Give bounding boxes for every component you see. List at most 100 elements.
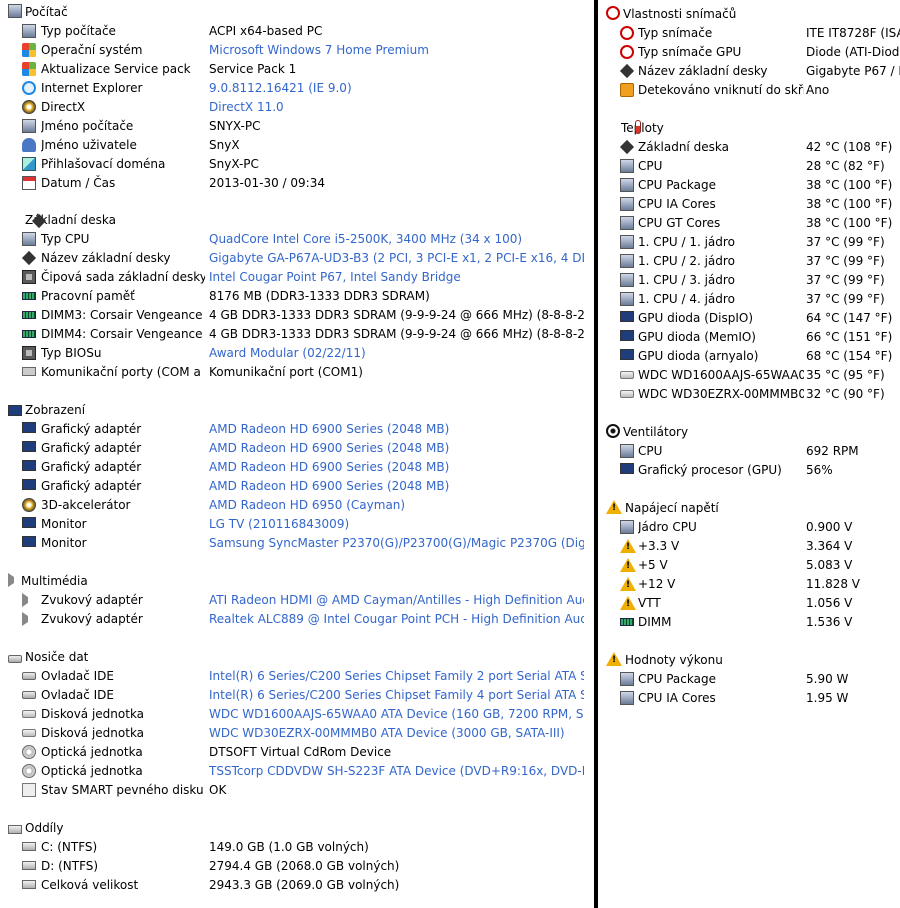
list-item[interactable]: Grafický adaptér AMD Radeon HD 6900 Serie… bbox=[0, 420, 594, 439]
list-item[interactable]: CPU 692 RPM bbox=[598, 442, 900, 461]
list-item[interactable]: Pracovní paměť 8176 MB (DDR3-1333 DDR3 SD… bbox=[0, 287, 594, 306]
field-value-link[interactable]: WDC WD30EZRX-00MMMB0 ATA Device (3000 GB… bbox=[209, 724, 584, 743]
list-item[interactable]: Grafický adaptér AMD Radeon HD 6900 Serie… bbox=[0, 439, 594, 458]
section-header-ventilatory[interactable]: Ventilátory bbox=[606, 423, 688, 442]
list-item[interactable]: 3D-akcelerátor AMD Radeon HD 6950 (Cayman… bbox=[0, 496, 594, 515]
list-item[interactable]: D: (NTFS) 2794.4 GB (2068.0 GB volných) bbox=[0, 857, 594, 876]
list-item[interactable]: CPU IA Cores 1.95 W bbox=[598, 689, 900, 708]
list-item[interactable]: Typ počítače ACPI x64-based PC bbox=[0, 22, 594, 41]
list-item[interactable]: Čipová sada základní desky Intel Cougar P… bbox=[0, 268, 594, 287]
list-item[interactable]: +5 V 5.083 V bbox=[598, 556, 900, 575]
field-value-link[interactable]: Samsung SyncMaster P2370(G)/P23700(G)/Ma… bbox=[209, 534, 584, 553]
field-value: 8176 MB (DDR3-1333 DDR3 SDRAM) bbox=[209, 289, 430, 303]
section-header-napajeci-napeti[interactable]: Napájecí napětí bbox=[606, 499, 719, 518]
list-item[interactable]: DIMM 1.536 V bbox=[598, 613, 900, 632]
field-value-link[interactable]: AMD Radeon HD 6900 Series (2048 MB) bbox=[209, 439, 584, 458]
list-item[interactable]: Grafický adaptér AMD Radeon HD 6900 Serie… bbox=[0, 477, 594, 496]
list-item[interactable]: Optická jednotka DTSOFT Virtual CdRom Dev… bbox=[0, 743, 594, 762]
list-item[interactable]: 1. CPU / 4. jádro 37 °C (99 °F) bbox=[598, 290, 900, 309]
list-item[interactable]: Komunikační porty (COM a ... Komunikační … bbox=[0, 363, 594, 382]
field-value-link[interactable]: Microsoft Windows 7 Home Premium bbox=[209, 41, 584, 60]
list-item[interactable]: Ovladač IDE Intel(R) 6 Series/C200 Series… bbox=[0, 686, 594, 705]
field-value-link[interactable]: TSSTcorp CDDVDW SH-S223F ATA Device (DVD… bbox=[209, 762, 584, 781]
list-item[interactable]: Grafický adaptér AMD Radeon HD 6900 Serie… bbox=[0, 458, 594, 477]
section-header-multimedia[interactable]: Multimédia bbox=[8, 572, 88, 591]
list-item[interactable]: Název základní desky Gigabyte P67 / P bbox=[598, 62, 900, 81]
field-value-link[interactable]: ATI Radeon HDMI @ AMD Cayman/Antilles - … bbox=[209, 591, 584, 610]
field-value-link[interactable]: Intel(R) 6 Series/C200 Series Chipset Fa… bbox=[209, 667, 584, 686]
list-item[interactable]: Typ CPU QuadCore Intel Core i5-2500K, 340… bbox=[0, 230, 594, 249]
field-value-link[interactable]: QuadCore Intel Core i5-2500K, 3400 MHz (… bbox=[209, 230, 584, 249]
list-item[interactable]: 1. CPU / 2. jádro 37 °C (99 °F) bbox=[598, 252, 900, 271]
list-item[interactable]: C: (NTFS) 149.0 GB (1.0 GB volných) bbox=[0, 838, 594, 857]
list-item[interactable]: Jádro CPU 0.900 V bbox=[598, 518, 900, 537]
list-item[interactable]: DirectX DirectX 11.0 bbox=[0, 98, 594, 117]
field-value-link[interactable]: WDC WD1600AAJS-65WAA0 ATA Device (160 GB… bbox=[209, 705, 584, 724]
list-item[interactable]: CPU GT Cores 38 °C (100 °F) bbox=[598, 214, 900, 233]
field-value-link[interactable]: AMD Radeon HD 6900 Series (2048 MB) bbox=[209, 458, 584, 477]
field-value-link[interactable]: 9.0.8112.16421 (IE 9.0) bbox=[209, 79, 584, 98]
list-item[interactable]: VTT 1.056 V bbox=[598, 594, 900, 613]
list-item[interactable]: Typ snímače ITE IT8728F (ISA bbox=[598, 24, 900, 43]
list-item[interactable]: Stav SMART pevného disku OK bbox=[0, 781, 594, 800]
list-item[interactable]: 1. CPU / 1. jádro 37 °C (99 °F) bbox=[598, 233, 900, 252]
field-value-link[interactable]: LG TV (210116843009) bbox=[209, 515, 584, 534]
section-header-zobrazeni[interactable]: Zobrazení bbox=[8, 401, 85, 420]
list-item[interactable]: Internet Explorer 9.0.8112.16421 (IE 9.0) bbox=[0, 79, 594, 98]
list-item[interactable]: Typ snímače GPU Diode (ATI-Diod bbox=[598, 43, 900, 62]
list-item[interactable]: DIMM4: Corsair Vengeance ... 4 GB DDR3-13… bbox=[0, 325, 594, 344]
list-item[interactable]: Disková jednotka WDC WD1600AAJS-65WAA0 AT… bbox=[0, 705, 594, 724]
field-value-link[interactable]: Realtek ALC889 @ Intel Cougar Point PCH … bbox=[209, 610, 584, 629]
list-item[interactable]: GPU dioda (DispIO) 64 °C (147 °F) bbox=[598, 309, 900, 328]
list-item[interactable]: Jméno počítače SNYX-PC bbox=[0, 117, 594, 136]
warning-icon bbox=[620, 577, 636, 591]
field-value-link[interactable]: Award Modular (02/22/11) bbox=[209, 344, 584, 363]
section-header-vlastnosti-snimacu[interactable]: Vlastnosti snímačů bbox=[606, 5, 736, 24]
section-header-teploty[interactable]: Teploty bbox=[606, 119, 664, 138]
list-item[interactable]: Přihlašovací doména SnyX-PC bbox=[0, 155, 594, 174]
section-header-nosice-dat[interactable]: Nosiče dat bbox=[8, 648, 88, 667]
list-item[interactable]: Jméno uživatele SnyX bbox=[0, 136, 594, 155]
list-item[interactable]: Disková jednotka WDC WD30EZRX-00MMMB0 ATA… bbox=[0, 724, 594, 743]
section-header-zakladni-deska[interactable]: Základní deska bbox=[8, 211, 116, 230]
list-item[interactable]: DIMM3: Corsair Vengeance ... 4 GB DDR3-13… bbox=[0, 306, 594, 325]
list-item[interactable]: CPU IA Cores 38 °C (100 °F) bbox=[598, 195, 900, 214]
list-item[interactable]: CPU Package 38 °C (100 °F) bbox=[598, 176, 900, 195]
section-header-oddily[interactable]: Oddíly bbox=[8, 819, 63, 838]
list-item[interactable]: Optická jednotka TSSTcorp CDDVDW SH-S223F… bbox=[0, 762, 594, 781]
bios-icon bbox=[22, 346, 36, 360]
list-item[interactable]: +3.3 V 3.364 V bbox=[598, 537, 900, 556]
list-item[interactable]: Zvukový adaptér Realtek ALC889 @ Intel Co… bbox=[0, 610, 594, 629]
field-value-link[interactable]: Intel(R) 6 Series/C200 Series Chipset Fa… bbox=[209, 686, 584, 705]
list-item[interactable]: CPU Package 5.90 W bbox=[598, 670, 900, 689]
list-item[interactable]: Ovladač IDE Intel(R) 6 Series/C200 Series… bbox=[0, 667, 594, 686]
field-value-link[interactable]: Gigabyte GA-P67A-UD3-B3 (2 PCI, 3 PCI-E … bbox=[209, 249, 584, 268]
field-label: Grafický adaptér bbox=[41, 441, 142, 455]
list-item[interactable]: Typ BIOSu Award Modular (02/22/11) bbox=[0, 344, 594, 363]
list-item[interactable]: +12 V 11.828 V bbox=[598, 575, 900, 594]
list-item[interactable]: CPU 28 °C (82 °F) bbox=[598, 157, 900, 176]
section-header-hodnoty-vykonu[interactable]: Hodnoty výkonu bbox=[606, 651, 723, 670]
list-item[interactable]: Monitor LG TV (210116843009) bbox=[0, 515, 594, 534]
field-value-link[interactable]: DirectX 11.0 bbox=[209, 98, 584, 117]
field-value-link[interactable]: AMD Radeon HD 6900 Series (2048 MB) bbox=[209, 477, 584, 496]
list-item[interactable]: Detekováno vniknutí do skříně Ano bbox=[598, 81, 900, 100]
list-item[interactable]: Základní deska 42 °C (108 °F) bbox=[598, 138, 900, 157]
list-item[interactable]: Aktualizace Service pack Service Pack 1 bbox=[0, 60, 594, 79]
list-item[interactable]: GPU dioda (arnyalo) 68 °C (154 °F) bbox=[598, 347, 900, 366]
list-item[interactable]: Datum / Čas 2013-01-30 / 09:34 bbox=[0, 174, 594, 193]
list-item[interactable]: 1. CPU / 3. jádro 37 °C (99 °F) bbox=[598, 271, 900, 290]
list-item[interactable]: Grafický procesor (GPU) 56% bbox=[598, 461, 900, 480]
list-item[interactable]: Operační systém Microsoft Windows 7 Home … bbox=[0, 41, 594, 60]
list-item[interactable]: WDC WD1600AAJS-65WAA0 35 °C (95 °F) bbox=[598, 366, 900, 385]
field-value-link[interactable]: Intel Cougar Point P67, Intel Sandy Brid… bbox=[209, 268, 584, 287]
field-value-link[interactable]: AMD Radeon HD 6900 Series (2048 MB) bbox=[209, 420, 584, 439]
list-item[interactable]: WDC WD30EZRX-00MMMB0 32 °C (90 °F) bbox=[598, 385, 900, 404]
list-item[interactable]: Celková velikost 2943.3 GB (2069.0 GB vol… bbox=[0, 876, 594, 895]
list-item[interactable]: Název základní desky Gigabyte GA-P67A-UD3… bbox=[0, 249, 594, 268]
list-item[interactable]: Monitor Samsung SyncMaster P2370(G)/P2370… bbox=[0, 534, 594, 553]
field-value-link[interactable]: AMD Radeon HD 6950 (Cayman) bbox=[209, 496, 584, 515]
section-header-pocitac[interactable]: Počítač bbox=[8, 3, 68, 22]
list-item[interactable]: GPU dioda (MemIO) 66 °C (151 °F) bbox=[598, 328, 900, 347]
list-item[interactable]: Zvukový adaptér ATI Radeon HDMI @ AMD Cay… bbox=[0, 591, 594, 610]
